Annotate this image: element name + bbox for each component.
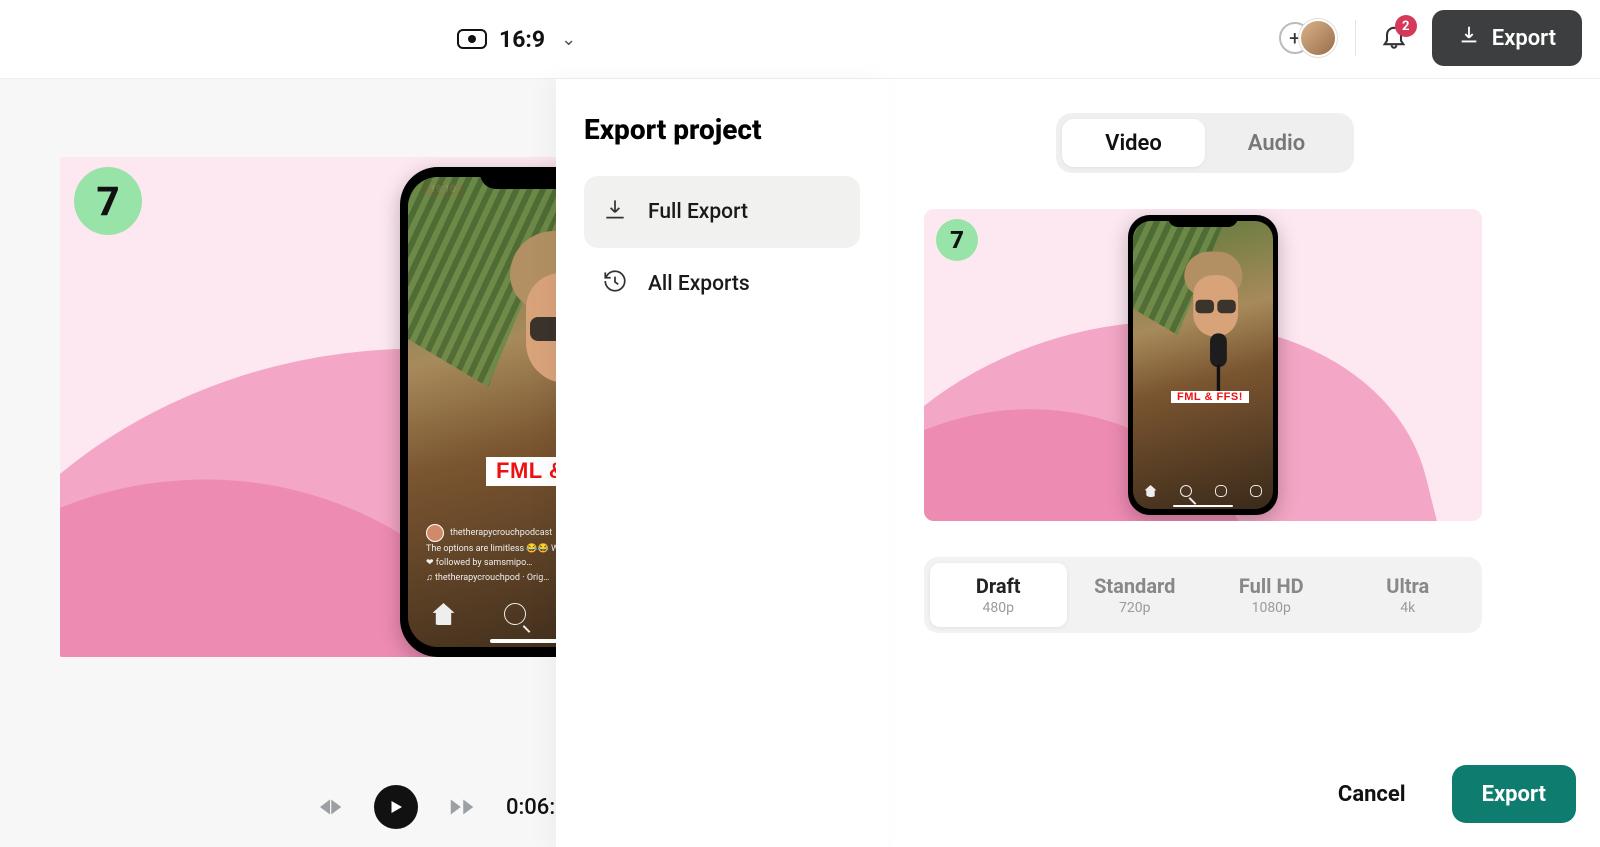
rewind-icon: [315, 792, 345, 822]
slide-number-badge: 7: [936, 219, 978, 261]
export-type-tabs: Video Audio: [1056, 113, 1354, 173]
quality-option-ultra[interactable]: Ultra 4k: [1340, 563, 1477, 627]
export-button[interactable]: Export: [1432, 10, 1582, 66]
forward-button[interactable]: [442, 787, 482, 827]
chevron-down-icon: ⌄: [561, 29, 576, 50]
play-icon: [387, 798, 405, 816]
cancel-button[interactable]: Cancel: [1308, 765, 1436, 823]
forward-icon: [447, 792, 477, 822]
home-icon: [433, 603, 455, 625]
export-button-label: Export: [1492, 26, 1556, 51]
sidebar-item-all-exports[interactable]: All Exports: [584, 248, 860, 320]
tab-video[interactable]: Video: [1062, 119, 1205, 167]
export-action-buttons: Cancel Export: [1308, 765, 1576, 823]
rewind-button[interactable]: [310, 787, 350, 827]
sidebar-item-full-export[interactable]: Full Export: [584, 176, 860, 248]
quality-selector: Draft 480p Standard 720p Full HD 1080p U…: [924, 557, 1482, 633]
slide-number-badge: 7: [74, 167, 142, 235]
play-button[interactable]: [374, 785, 418, 829]
export-sidebar: Export project Full Export All Exports: [556, 79, 888, 847]
video-caption: FML & FFS!: [1171, 391, 1249, 403]
download-icon: [602, 196, 628, 228]
quality-option-draft[interactable]: Draft 480p: [930, 563, 1067, 627]
download-icon: [1458, 24, 1480, 52]
aspect-ratio-value: 16:9: [499, 26, 545, 53]
export-panel: Video Audio 7 FML & FFS! Draft 480p St: [888, 79, 1600, 847]
top-right-controls: + 2 Export: [1279, 10, 1582, 66]
aspect-ratio-selector[interactable]: 16:9 ⌄: [457, 22, 576, 56]
invite-collaborator[interactable]: +: [1279, 14, 1337, 62]
tab-audio[interactable]: Audio: [1205, 119, 1348, 167]
search-icon: [504, 603, 526, 625]
export-sidebar-title: Export project: [584, 113, 860, 146]
phone-mockup-small: FML & FFS!: [1128, 215, 1278, 515]
sidebar-item-label: Full Export: [648, 200, 748, 224]
export-preview-thumbnail: 7 FML & FFS!: [924, 209, 1482, 521]
notification-badge: 2: [1395, 15, 1417, 37]
divider: [1355, 20, 1356, 56]
aspect-icon: [457, 29, 487, 49]
quality-option-fullhd[interactable]: Full HD 1080p: [1203, 563, 1340, 627]
top-bar: 16:9 ⌄ + 2 Export: [0, 0, 1600, 79]
confirm-export-button[interactable]: Export: [1452, 765, 1576, 823]
history-icon: [602, 268, 628, 300]
notifications-button[interactable]: 2: [1374, 18, 1414, 58]
quality-option-standard[interactable]: Standard 720p: [1067, 563, 1204, 627]
transport-controls: 0:06:: [310, 785, 555, 829]
playhead-time: 0:06:: [506, 795, 555, 820]
sidebar-item-label: All Exports: [648, 272, 750, 296]
avatar: [1299, 19, 1337, 57]
